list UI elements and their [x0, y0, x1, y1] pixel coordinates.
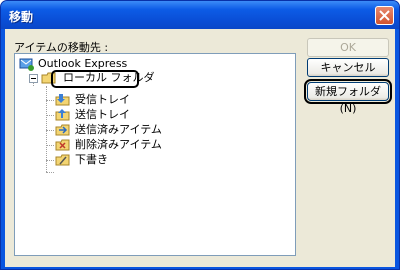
selection-highlight	[51, 70, 139, 88]
sent-items-icon	[55, 124, 70, 136]
cancel-button[interactable]: キャンセル	[307, 58, 389, 77]
outlook-express-icon	[19, 58, 34, 71]
folder-tree[interactable]: Outlook Express ローカル フォルダ 受信トレイ 送信トレイ 送信…	[14, 53, 296, 256]
new-folder-button[interactable]: 新規フォルダ(N)	[304, 79, 392, 115]
title-bar[interactable]: 移動	[1, 1, 399, 29]
collapse-toggle[interactable]	[29, 74, 38, 83]
tree-label: 下書き	[75, 153, 108, 166]
dialog-body: アイテムの移動先 : Outlook Express ローカル フォルダ 受信ト…	[5, 29, 395, 267]
window-title: 移動	[9, 10, 34, 24]
tree-label: 送信トレイ	[75, 108, 130, 121]
tree-label: 削除済みアイテム	[75, 138, 162, 151]
close-button[interactable]	[375, 6, 394, 25]
move-dialog: 移動 アイテムの移動先 : Outlook Express ローカル フォルダ …	[0, 0, 400, 270]
outbox-icon	[55, 109, 70, 121]
drafts-icon	[55, 154, 70, 166]
ok-button[interactable]: OK	[307, 38, 389, 57]
deleted-items-icon	[55, 139, 70, 151]
tree-label: 送信済みアイテム	[75, 123, 162, 136]
inbox-icon	[55, 94, 70, 106]
close-icon	[379, 10, 390, 21]
tree-label: Outlook Express	[38, 57, 128, 70]
tree-label: 受信トレイ	[75, 93, 130, 106]
